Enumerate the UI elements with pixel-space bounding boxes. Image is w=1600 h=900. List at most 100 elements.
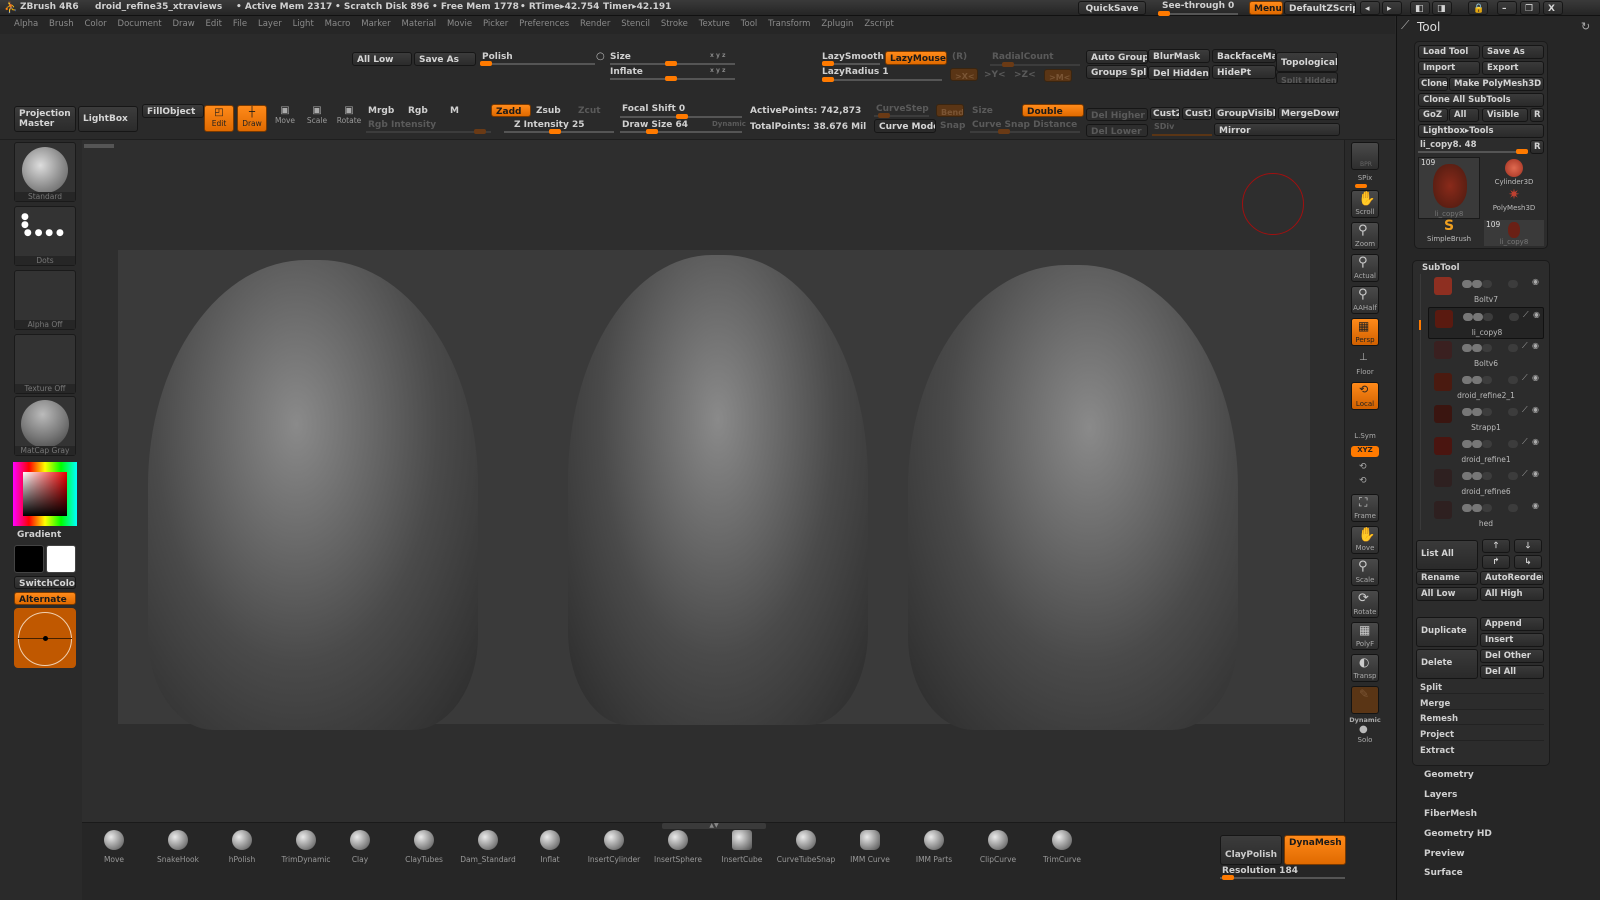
move-mode-button[interactable]: ▣ Move <box>270 105 300 132</box>
eye-icon[interactable]: ◉ <box>1532 373 1539 382</box>
brush-inflat[interactable]: Inflat <box>520 830 580 864</box>
brush-trimcurve[interactable]: TrimCurve <box>1032 830 1092 864</box>
menu-preferences[interactable]: Preferences <box>515 16 573 29</box>
menu-file[interactable]: File <box>229 16 251 29</box>
menu-zscript[interactable]: Zscript <box>860 16 898 29</box>
brush-clipcurve[interactable]: ClipCurve <box>968 830 1028 864</box>
brush-icon[interactable]: ⟋ <box>1522 373 1528 383</box>
del-hidden-button[interactable]: Del Hidden <box>1148 66 1210 80</box>
eye-icon[interactable]: ◉ <box>1532 437 1539 446</box>
menu-brush[interactable]: Brush <box>45 16 78 29</box>
brush-insertcylinder[interactable]: InsertCylinder <box>584 830 644 864</box>
topological-button[interactable]: Topological <box>1276 52 1338 72</box>
texture-selector[interactable]: Texture Off <box>14 334 76 394</box>
split-hidden-button[interactable]: Split Hidden <box>1276 72 1338 84</box>
brush-trimdynamic[interactable]: TrimDynamic <box>276 830 336 864</box>
solo-icon[interactable]: ● <box>1359 724 1368 735</box>
goz-button[interactable]: GoZ <box>1418 108 1448 122</box>
lightbox-tools-button[interactable]: Lightbox▸Tools <box>1418 124 1544 138</box>
tool-thumb-li-copy8-small[interactable]: 109 li_copy8 <box>1484 220 1544 246</box>
menu-stencil[interactable]: Stencil <box>617 16 654 29</box>
duplicate-button[interactable]: Duplicate <box>1416 617 1478 647</box>
brush-curvetubesnap[interactable]: CurveTubeSnap <box>776 830 836 864</box>
menu-document[interactable]: Document <box>114 16 166 29</box>
visibility-toggle[interactable] <box>1462 376 1472 384</box>
menu-material[interactable]: Material <box>398 16 441 29</box>
mirror-button[interactable]: Mirror <box>1214 123 1340 136</box>
zsub-toggle[interactable]: Zsub <box>536 106 561 116</box>
geometry-section[interactable]: Geometry <box>1424 770 1474 780</box>
subtool-item[interactable]: ⟋ ◉ droid_refine2_1 <box>1428 371 1544 403</box>
fill-object-button[interactable]: FillObject <box>142 104 204 118</box>
menu-edit[interactable]: Edit <box>202 16 226 29</box>
brush-icon[interactable]: ⟋ <box>1523 310 1529 320</box>
current-tool-slider[interactable] <box>1418 149 1528 154</box>
visibility-toggle[interactable] <box>1462 472 1472 480</box>
scale-mode-button[interactable]: ▣ Scale <box>302 105 332 132</box>
rgb-toggle[interactable]: Rgb <box>408 106 428 116</box>
inflate-xyz[interactable]: x y z <box>710 67 725 74</box>
menu-macro[interactable]: Macro <box>321 16 355 29</box>
spix-slider[interactable] <box>1355 184 1367 188</box>
size-slider[interactable] <box>610 61 735 66</box>
rotate-mode-button[interactable]: ▣ Rotate <box>334 105 364 132</box>
projection-master-button[interactable]: Projection Master <box>14 106 76 132</box>
project-section[interactable]: Project <box>1420 730 1544 741</box>
canvas-scroll-handle[interactable] <box>84 144 114 148</box>
save-as-tool-button[interactable]: Save As <box>1482 45 1544 59</box>
merge-down-button[interactable]: MergeDown <box>1278 107 1340 120</box>
brush-clay[interactable]: Clay <box>330 830 390 864</box>
main-color-swatch[interactable] <box>14 545 44 573</box>
auto-reorder-button[interactable]: AutoReorder <box>1480 571 1544 585</box>
move-down-button[interactable]: 🡓 <box>1514 539 1542 553</box>
subtool-item-selected[interactable]: ⟋ ◉ li_copy8 <box>1428 307 1544 339</box>
size-xyz[interactable]: x y z <box>710 52 725 59</box>
material-selector[interactable]: MatCap Gray <box>14 396 76 456</box>
make-polymesh-button[interactable]: Make PolyMesh3D <box>1449 77 1544 91</box>
bpr-button[interactable]: BPR <box>1351 142 1379 170</box>
eye-icon[interactable]: ◉ <box>1532 405 1539 414</box>
color-picker[interactable] <box>13 462 77 526</box>
draw-size-slider[interactable] <box>620 129 742 134</box>
rename-button[interactable]: Rename <box>1416 571 1478 585</box>
eye-icon[interactable]: ◉ <box>1532 341 1539 350</box>
visibility-toggle[interactable] <box>1462 280 1472 288</box>
minimize-icon[interactable]: – <box>1497 1 1517 15</box>
import-button[interactable]: Import <box>1418 61 1480 75</box>
double-toggle[interactable]: Double <box>1022 104 1084 117</box>
eye-icon[interactable]: ◉ <box>1532 501 1539 510</box>
hide-pt-button[interactable]: HidePt <box>1212 65 1276 79</box>
z-intensity-slider[interactable] <box>504 129 614 134</box>
brush-icon[interactable]: ⟋ <box>1522 437 1528 447</box>
brush-insertcube[interactable]: InsertCube <box>712 830 772 864</box>
del-all-button[interactable]: Del All <box>1480 665 1544 679</box>
curve-snap-distance-slider[interactable] <box>970 129 1080 134</box>
brush-dam-standard[interactable]: Dam_Standard <box>458 830 518 864</box>
menu-tool[interactable]: Tool <box>737 16 762 29</box>
eye-icon[interactable]: ◉ <box>1533 310 1540 319</box>
menu-layer[interactable]: Layer <box>254 16 286 29</box>
brush-claytubes[interactable]: ClayTubes <box>394 830 454 864</box>
tool-thumb-polymesh3d[interactable]: ✷ PolyMesh3D <box>1484 188 1544 218</box>
visibility-toggle[interactable] <box>1462 440 1472 448</box>
merge-section[interactable]: Merge <box>1420 699 1544 710</box>
see-through-slider[interactable] <box>1158 11 1238 16</box>
default-zscript-button[interactable]: DefaultZScript <box>1284 1 1356 15</box>
z-rotation-icon[interactable]: ⟲ <box>1359 476 1367 486</box>
switch-color-button[interactable]: SwitchColor <box>14 576 76 589</box>
delete-button[interactable]: Delete <box>1416 649 1478 679</box>
visibility-toggle[interactable] <box>1462 504 1472 512</box>
ghost-button[interactable]: ✎ <box>1351 686 1379 714</box>
menu-marker[interactable]: Marker <box>357 16 394 29</box>
dynamic-toggle[interactable]: Dynamic <box>712 120 746 128</box>
model-preview-render[interactable] <box>118 250 1310 730</box>
cust1-button[interactable]: Cust1 <box>1182 107 1212 120</box>
restore-icon[interactable]: ❐ <box>1520 1 1540 15</box>
tool-thumb-cylinder3d[interactable]: Cylinder3D <box>1484 157 1544 187</box>
xyz-rotation-button[interactable]: XYZ <box>1351 446 1379 457</box>
edit-mode-button[interactable]: ◰ Edit <box>204 105 234 132</box>
preview-section[interactable]: Preview <box>1424 849 1465 859</box>
group-visible-button[interactable]: GroupVisible <box>1214 107 1276 120</box>
lazy-smooth-slider[interactable] <box>822 61 880 66</box>
focal-shift-slider[interactable] <box>620 114 742 119</box>
